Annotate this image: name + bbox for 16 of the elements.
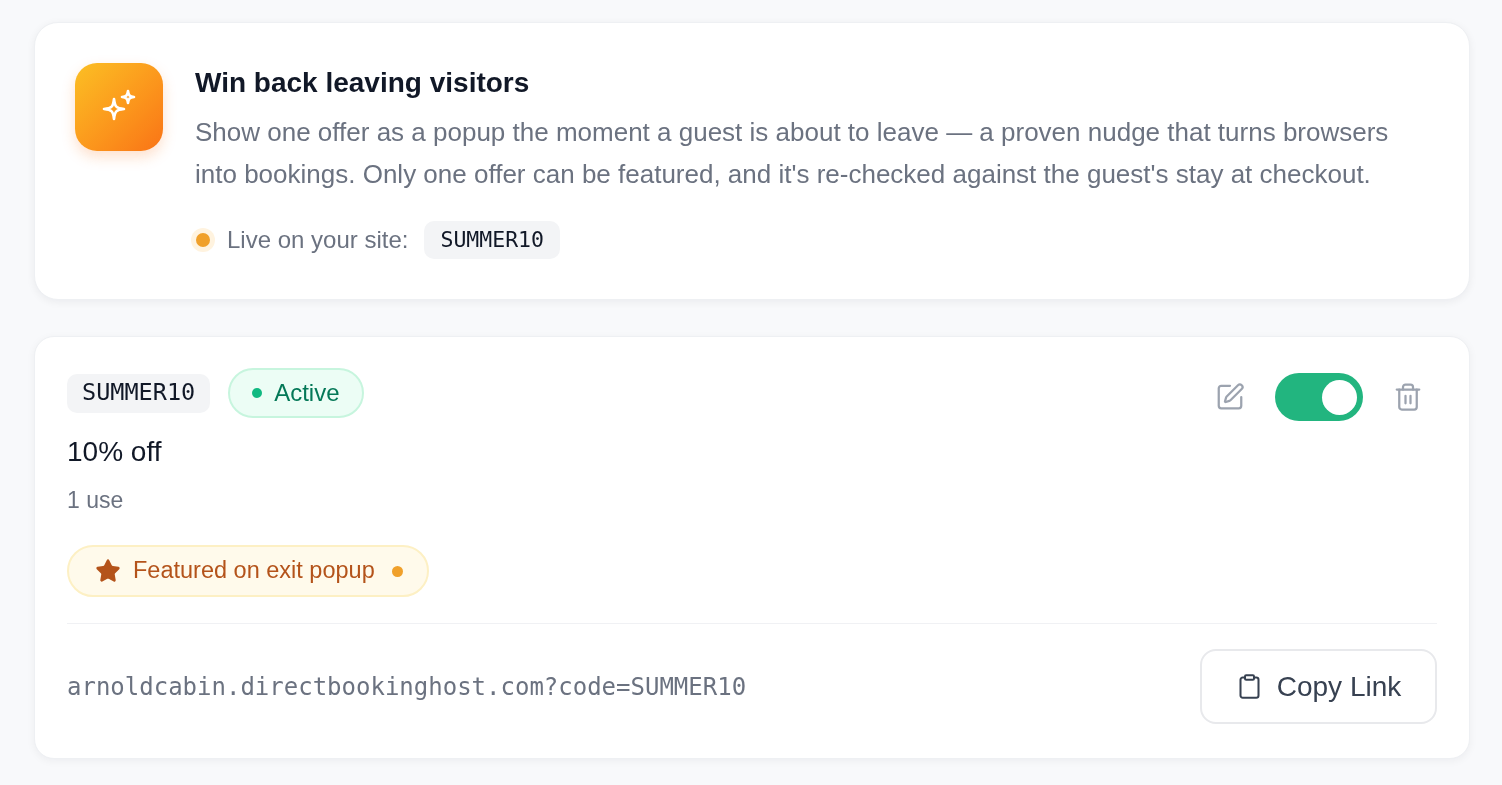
copy-link-button[interactable]: Copy Link xyxy=(1200,649,1437,724)
booking-url: arnoldcabin.directbookinghost.com?code=SUMMER10 xyxy=(67,671,747,703)
card-description: Show one offer as a popup the moment a guest is about to leave — a proven nudge that turns browsers into bookings. Only one offer can be featured, and it's re-checked against the guest's stay at checkout. xyxy=(195,116,1390,191)
discount-text: 10% off xyxy=(67,436,163,468)
delete-icon[interactable] xyxy=(1393,382,1423,412)
card-title: Win back leaving visitors xyxy=(195,67,531,99)
toggle-switch[interactable] xyxy=(1275,373,1363,421)
live-label: Live on your site: xyxy=(227,225,409,255)
usage-count: 1 use xyxy=(67,486,125,514)
star-icon xyxy=(95,558,121,584)
status-badge: Active xyxy=(228,368,364,418)
promo-code: SUMMER10 xyxy=(424,221,560,259)
sparkles-icon xyxy=(75,63,163,151)
featured-badge: Featured on exit popup xyxy=(67,545,429,597)
edit-icon[interactable] xyxy=(1215,382,1245,412)
promo-code: SUMMER10 xyxy=(67,373,211,413)
